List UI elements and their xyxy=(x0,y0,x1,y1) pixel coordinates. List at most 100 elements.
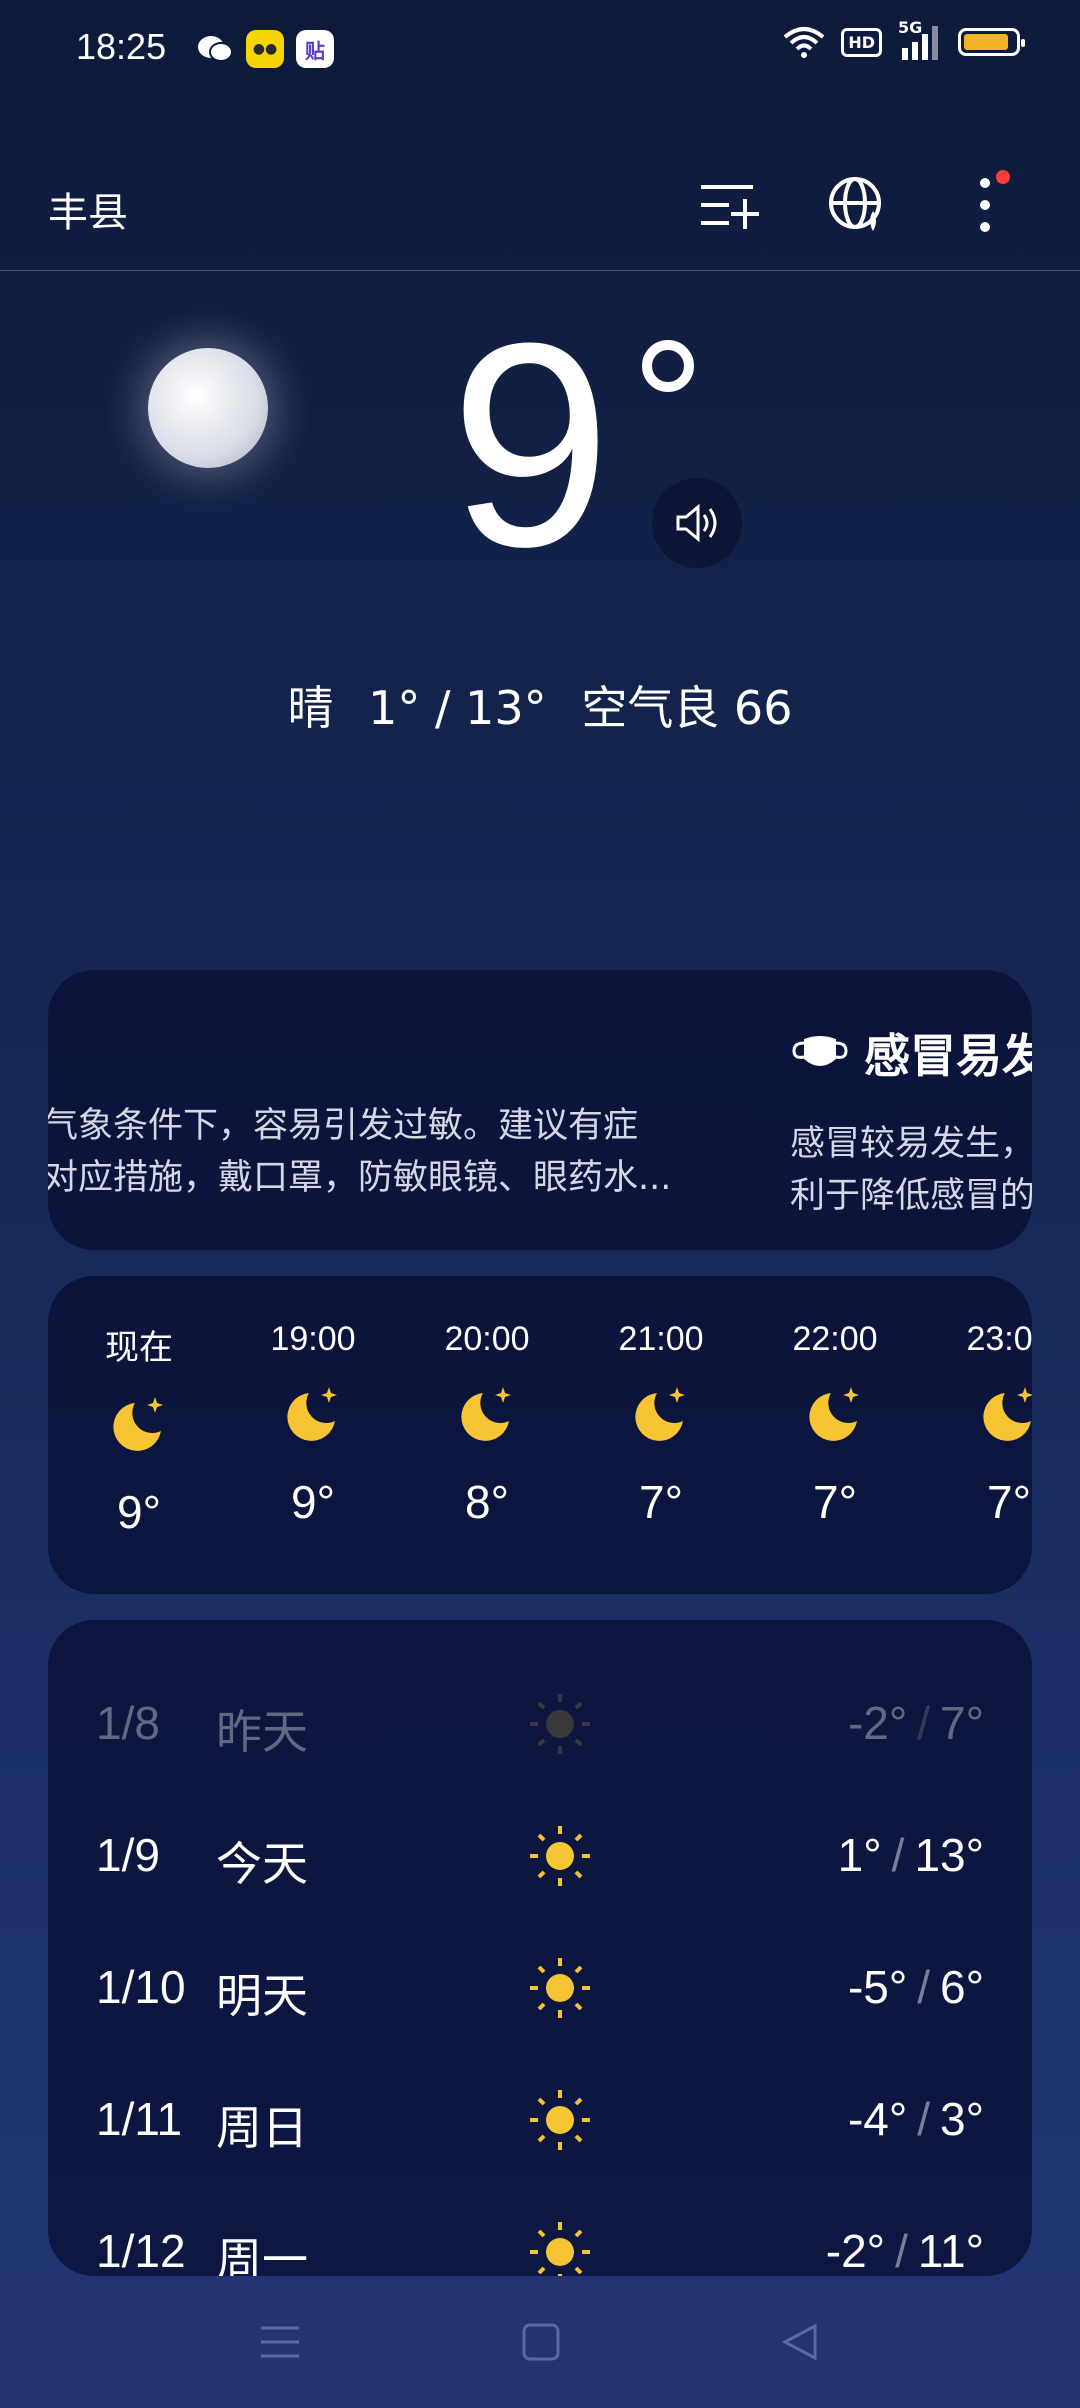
hour-time: 20:00 xyxy=(444,1320,530,1358)
add-city-button[interactable] xyxy=(694,170,764,240)
day-row[interactable]: 1/10 明天 -5°/6° xyxy=(48,1946,1032,2036)
more-button[interactable] xyxy=(950,170,1020,240)
hour-item: 19:00 9° xyxy=(248,1320,378,1529)
hour-temp: 7° xyxy=(639,1476,683,1528)
hour-item: 现在 9° xyxy=(74,1320,204,1539)
network-type: 5G xyxy=(898,18,923,37)
day-temp-range: -2°/7° xyxy=(847,1697,984,1749)
hour-temp: 8° xyxy=(465,1476,509,1528)
moon-icon xyxy=(148,348,268,468)
signal-icon: 5G xyxy=(898,18,942,60)
city-name[interactable]: 丰县 xyxy=(48,180,128,238)
hour-temp: 7° xyxy=(813,1476,857,1528)
moon-star-icon xyxy=(461,1387,511,1441)
day-high: 7° xyxy=(940,1697,984,1749)
hour-temp: 9° xyxy=(117,1486,161,1538)
day-date: 1/11 xyxy=(96,2093,183,2145)
day-name: 今天 xyxy=(216,1837,308,1891)
day-temp-range: 1°/13° xyxy=(837,1829,984,1881)
sun-icon xyxy=(530,2222,590,2276)
air-quality[interactable]: 空气良 66 xyxy=(581,681,792,735)
hour-item: 22:00 7° xyxy=(770,1320,900,1529)
hd-badge: HD xyxy=(841,27,882,57)
notification-dot xyxy=(996,170,1010,184)
day-date: 1/12 xyxy=(96,2225,186,2276)
daily-forecast-card[interactable]: 1/8 昨天 -2°/7° 1/9 今天 1°/13° 1/10 明天 -5° /… xyxy=(48,1620,1032,2276)
status-time: 18:25 xyxy=(76,26,167,67)
app-tie-icon: 贴 xyxy=(296,30,334,68)
day-date: 1/10 xyxy=(96,1961,186,2013)
condition-text: 晴 xyxy=(287,681,334,735)
hour-time: 现在 xyxy=(105,1329,173,1367)
system-nav-bar xyxy=(0,2276,1080,2408)
globe-button[interactable] xyxy=(822,170,892,240)
sun-icon xyxy=(530,1694,590,1754)
day-temp-range: -5°/6° xyxy=(847,1961,984,2013)
day-high: 6° xyxy=(940,1961,984,2013)
day-name: 周日 xyxy=(216,2101,308,2155)
moon-star-icon xyxy=(983,1387,1032,1441)
day-name: 周一 xyxy=(216,2233,308,2276)
add-city-icon xyxy=(701,185,759,229)
globe-icon xyxy=(829,177,881,231)
mask-icon xyxy=(792,1036,848,1066)
day-high: 13° xyxy=(914,1829,984,1881)
advice-cold-item: 感冒易发 感冒较易发生， 利于降低感冒的 xyxy=(790,1020,1032,1222)
menu-icon[interactable] xyxy=(259,2322,301,2362)
back-icon[interactable] xyxy=(781,2322,821,2362)
sun-icon xyxy=(530,2090,590,2150)
sun-icon xyxy=(530,1826,590,1886)
day-name: 昨天 xyxy=(216,1705,308,1759)
advice-line: 感冒较易发生， xyxy=(790,1124,1032,1164)
home-icon[interactable] xyxy=(521,2322,561,2362)
advice-line: 好对应措施，戴口罩，防敏眼镜、眼药水... xyxy=(48,1158,672,1198)
app-header: 丰县 xyxy=(0,160,1080,271)
day-temp-range: -2°/11° xyxy=(825,2225,984,2276)
battery-icon xyxy=(958,28,1025,56)
degree-symbol xyxy=(642,340,694,392)
hour-temp: 9° xyxy=(291,1476,335,1528)
hourly-forecast-card[interactable]: 现在 9° 19:00 9° 20:00 8° 21:00 7° 22:00 7… xyxy=(48,1276,1032,1594)
status-right-icons: HD 5G xyxy=(783,18,1025,60)
current-temperature: 9 xyxy=(450,283,612,607)
day-low: -4° xyxy=(847,2093,908,2145)
speaker-icon xyxy=(676,503,717,543)
moon-star-icon xyxy=(287,1387,337,1441)
advice-line: 的气象条件下，容易引发过敏。建议有症 xyxy=(48,1106,639,1146)
day-low: 1° xyxy=(837,1829,882,1881)
moon-star-icon xyxy=(113,1397,163,1451)
hour-time: 23:00 xyxy=(966,1320,1032,1358)
temp-range: 1° / 13° xyxy=(368,681,547,735)
day-date: 1/8 xyxy=(96,1697,160,1749)
day-row[interactable]: 1/12 周一 -2°/11° xyxy=(48,2210,1032,2276)
day-low: -2° xyxy=(847,1697,908,1749)
advice-cold-title: 感冒易发 xyxy=(864,1029,1032,1083)
advice-line: 利于降低感冒的 xyxy=(790,1176,1032,1216)
hour-time: 21:00 xyxy=(618,1320,704,1358)
wechat-icon xyxy=(196,30,234,68)
hour-time: 22:00 xyxy=(792,1320,878,1358)
wifi-icon xyxy=(784,27,825,58)
hour-item: 21:00 7° xyxy=(596,1320,726,1529)
more-icon xyxy=(980,178,990,232)
day-low: -2° xyxy=(825,2225,886,2276)
moon-star-icon xyxy=(635,1387,685,1441)
hour-time: 19:00 xyxy=(270,1320,356,1358)
status-bar: 18:25 ●● 贴 HD 5G xyxy=(0,0,1080,100)
hour-temp: 7° xyxy=(987,1476,1031,1528)
day-high: 3° xyxy=(940,2093,984,2145)
day-row[interactable]: 1/9 今天 1°/13° xyxy=(48,1814,1032,1904)
life-advice-card[interactable]: 的气象条件下，容易引发过敏。建议有症 好对应措施，戴口罩，防敏眼镜、眼药水...… xyxy=(48,970,1032,1250)
hour-item: 20:00 8° xyxy=(422,1320,552,1529)
weather-summary: 晴 1° / 13° 空气良 66 xyxy=(0,672,1080,738)
day-temp-range: -4°/3° xyxy=(847,2093,984,2145)
day-date: 1/9 xyxy=(96,1829,160,1881)
day-row[interactable]: 1/8 昨天 -2°/7° xyxy=(48,1682,1032,1772)
app-yellow-icon: ●● xyxy=(246,30,284,68)
voice-broadcast-button[interactable] xyxy=(652,478,742,568)
advice-allergy-text: 的气象条件下，容易引发过敏。建议有症 好对应措施，戴口罩，防敏眼镜、眼药水... xyxy=(48,1100,768,1204)
day-low: -5° xyxy=(847,1961,908,2013)
day-high: 11° xyxy=(917,2225,984,2276)
day-row[interactable]: 1/11 周日 -4°/3° xyxy=(48,2078,1032,2168)
sun-icon xyxy=(530,1958,590,2018)
